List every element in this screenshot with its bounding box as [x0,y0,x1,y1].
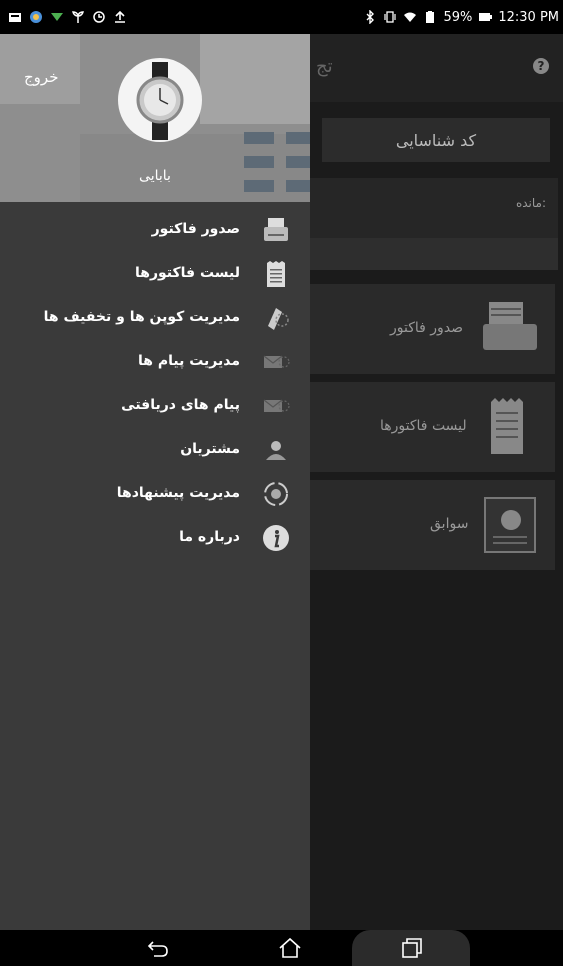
navigation-bar [0,930,563,966]
menu-item-label: مدیریت کوپن ها و تخفیف ها [43,309,240,325]
menu-item-coupons[interactable]: مدیریت کوپن ها و تخفیف ها [0,298,310,338]
identification-code-label: کد شناسایی [395,130,477,150]
bluetooth-icon [366,10,375,24]
tile-invoice-list[interactable]: لیست فاکتورها [310,382,555,472]
status-bar: 59% 12:30 PM [0,0,563,34]
header-decoration [244,132,274,144]
avatar[interactable] [118,58,202,142]
identification-code-button[interactable]: کد شناسایی [322,118,550,162]
battery-percent: 59% [443,9,473,25]
menu-item-label: مشتریان [180,441,240,457]
coupon-icon [268,308,289,330]
plant-icon [72,11,84,23]
menu-item-messages[interactable]: مدیریت پیام ها [0,342,310,382]
printer-icon [264,218,288,241]
username: بابایی [139,168,171,184]
menu-item-invoice-list[interactable]: لیست فاکتورها [0,254,310,294]
tile-label: لیست فاکتورها [380,418,467,434]
inbox-icon [263,399,290,412]
menu-item-customers[interactable]: مشتریان [0,430,310,470]
menu-item-issue-invoice[interactable]: صدور فاکتور [0,210,310,250]
help-icon[interactable]: ? [533,58,549,74]
balance-strip [310,238,558,270]
tile-issue-invoice[interactable]: صدور فاکتور [310,284,555,374]
recents-icon[interactable] [400,936,424,960]
menu-item-label: صدور فاکتور [151,221,240,237]
printer-icon [483,302,537,350]
logout-link[interactable]: خروج [24,68,58,86]
home-icon[interactable] [278,936,302,960]
back-icon[interactable] [146,936,170,960]
drawer-header: خروج بابایی [0,34,310,202]
header-decoration [200,34,310,124]
tile-label: صدور فاکتور [390,320,464,336]
tile-history[interactable]: سوابق [310,480,555,570]
balance-card: مانده: [310,178,558,270]
upload-icon [115,10,125,23]
offers-icon [264,482,288,506]
message-icon [263,355,290,368]
menu-item-offers[interactable]: مدیریت پیشنهادها [0,474,310,514]
menu-item-about[interactable]: درباره ما [0,518,310,558]
status-right: 59% 12:30 PM [363,10,563,25]
status-left-icons [0,10,127,24]
menu-item-label: درباره ما [179,529,240,545]
info-icon [263,525,289,551]
navigation-drawer: خروج بابایی صدور فاکتور لیست فاکتورها مد… [0,34,310,930]
history-icon [484,497,536,553]
menu-item-inbox[interactable]: پیام های دریافتی [0,386,310,426]
receipt-icon [491,398,523,454]
vibrate-icon [384,11,397,23]
app-title: تج [316,56,333,77]
menu-item-label: پیام های دریافتی [121,397,240,413]
signal-down-icon [51,13,63,21]
menu-item-label: لیست فاکتورها [135,265,240,281]
wifi-icon [404,12,417,22]
tile-label: سوابق [430,516,469,532]
header-decoration [286,132,310,144]
menu-item-label: مدیریت پیشنهادها [116,485,240,501]
app-icon [30,11,42,23]
menu-item-label: مدیریت پیام ها [138,353,240,369]
customers-icon [266,441,286,460]
battery-icon [479,13,493,21]
header-decoration [244,156,274,168]
header-decoration [286,156,310,168]
balance-label: مانده: [515,196,546,210]
invoice-list-icon [267,261,285,287]
sync-icon [93,11,105,23]
battery-saver-icon [426,11,435,23]
clock: 12:30 PM [498,9,559,25]
watch-icon [136,62,184,140]
notification-icon [9,13,21,22]
